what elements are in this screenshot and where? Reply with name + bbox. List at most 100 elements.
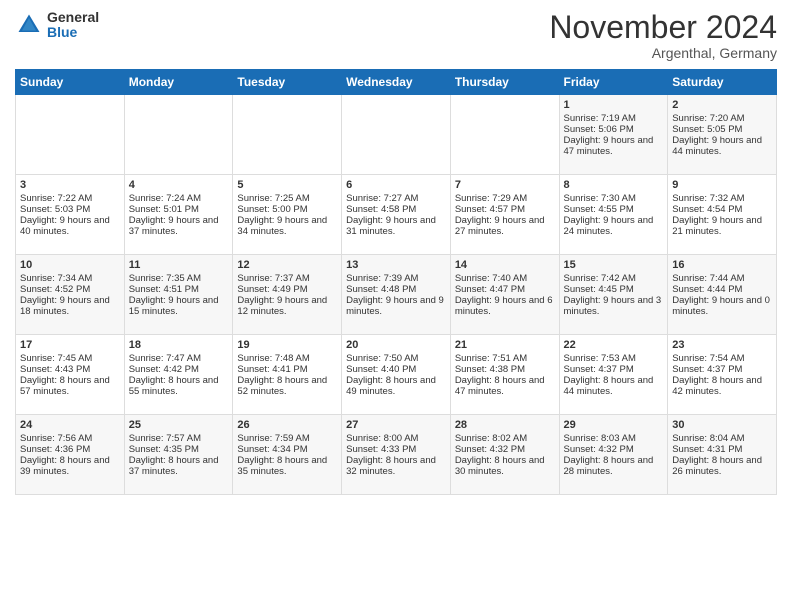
day-number: 18 xyxy=(129,339,229,351)
day-info-line: Daylight: 8 hours and 44 minutes. xyxy=(564,375,664,397)
title-block: November 2024 Argenthal, Germany xyxy=(549,10,777,61)
day-info-line: Sunrise: 7:35 AM xyxy=(129,273,229,284)
day-info-line: Sunset: 5:05 PM xyxy=(672,124,772,135)
col-wednesday: Wednesday xyxy=(342,70,451,95)
day-info-line: Sunset: 4:36 PM xyxy=(20,444,120,455)
day-number: 13 xyxy=(346,259,446,271)
day-number: 16 xyxy=(672,259,772,271)
day-info-line: Sunset: 4:42 PM xyxy=(129,364,229,375)
day-number: 8 xyxy=(564,179,664,191)
day-info-line: Sunset: 5:01 PM xyxy=(129,204,229,215)
day-info-line: Sunset: 4:48 PM xyxy=(346,284,446,295)
day-info-line: Daylight: 9 hours and 24 minutes. xyxy=(564,215,664,237)
location-subtitle: Argenthal, Germany xyxy=(549,45,777,61)
day-number: 7 xyxy=(455,179,555,191)
day-info-line: Daylight: 8 hours and 47 minutes. xyxy=(455,375,555,397)
day-info-line: Sunset: 4:49 PM xyxy=(237,284,337,295)
day-info-line: Sunset: 4:40 PM xyxy=(346,364,446,375)
calendar-cell: 7Sunrise: 7:29 AMSunset: 4:57 PMDaylight… xyxy=(450,175,559,255)
col-saturday: Saturday xyxy=(668,70,777,95)
day-info-line: Sunrise: 7:34 AM xyxy=(20,273,120,284)
day-info-line: Sunrise: 8:02 AM xyxy=(455,433,555,444)
calendar-cell: 18Sunrise: 7:47 AMSunset: 4:42 PMDayligh… xyxy=(124,335,233,415)
day-info-line: Daylight: 9 hours and 40 minutes. xyxy=(20,215,120,237)
day-info-line: Sunrise: 7:44 AM xyxy=(672,273,772,284)
calendar-table: Sunday Monday Tuesday Wednesday Thursday… xyxy=(15,69,777,495)
day-number: 2 xyxy=(672,99,772,111)
day-number: 17 xyxy=(20,339,120,351)
day-number: 4 xyxy=(129,179,229,191)
day-info-line: Sunrise: 7:48 AM xyxy=(237,353,337,364)
day-info-line: Daylight: 9 hours and 31 minutes. xyxy=(346,215,446,237)
day-number: 1 xyxy=(564,99,664,111)
day-info-line: Sunset: 4:32 PM xyxy=(564,444,664,455)
logo-text: General Blue xyxy=(47,10,99,41)
day-info-line: Daylight: 9 hours and 37 minutes. xyxy=(129,215,229,237)
day-info-line: Sunrise: 7:25 AM xyxy=(237,193,337,204)
day-info-line: Sunset: 4:31 PM xyxy=(672,444,772,455)
day-info-line: Sunrise: 7:19 AM xyxy=(564,113,664,124)
calendar-cell: 12Sunrise: 7:37 AMSunset: 4:49 PMDayligh… xyxy=(233,255,342,335)
day-info-line: Sunrise: 7:29 AM xyxy=(455,193,555,204)
calendar-cell: 27Sunrise: 8:00 AMSunset: 4:33 PMDayligh… xyxy=(342,415,451,495)
day-info-line: Sunset: 4:34 PM xyxy=(237,444,337,455)
day-info-line: Sunrise: 7:20 AM xyxy=(672,113,772,124)
day-info-line: Sunrise: 7:40 AM xyxy=(455,273,555,284)
month-title: November 2024 xyxy=(549,10,777,45)
day-number: 15 xyxy=(564,259,664,271)
day-info-line: Sunrise: 8:04 AM xyxy=(672,433,772,444)
day-number: 30 xyxy=(672,419,772,431)
calendar-cell: 23Sunrise: 7:54 AMSunset: 4:37 PMDayligh… xyxy=(668,335,777,415)
day-number: 19 xyxy=(237,339,337,351)
day-info-line: Sunrise: 7:53 AM xyxy=(564,353,664,364)
calendar-cell xyxy=(450,95,559,175)
calendar-week-4: 17Sunrise: 7:45 AMSunset: 4:43 PMDayligh… xyxy=(16,335,777,415)
day-info-line: Daylight: 8 hours and 35 minutes. xyxy=(237,455,337,477)
calendar-cell: 24Sunrise: 7:56 AMSunset: 4:36 PMDayligh… xyxy=(16,415,125,495)
day-number: 27 xyxy=(346,419,446,431)
calendar-cell: 25Sunrise: 7:57 AMSunset: 4:35 PMDayligh… xyxy=(124,415,233,495)
day-info-line: Sunset: 4:33 PM xyxy=(346,444,446,455)
calendar-header-row: Sunday Monday Tuesday Wednesday Thursday… xyxy=(16,70,777,95)
calendar-cell xyxy=(124,95,233,175)
day-info-line: Daylight: 8 hours and 32 minutes. xyxy=(346,455,446,477)
day-number: 28 xyxy=(455,419,555,431)
calendar-cell xyxy=(233,95,342,175)
calendar-cell: 11Sunrise: 7:35 AMSunset: 4:51 PMDayligh… xyxy=(124,255,233,335)
calendar-cell: 19 Sunrise: 7:48 AMSunset: 4:41 PMDayligh… xyxy=(233,335,342,415)
calendar-week-2: 3Sunrise: 7:22 AMSunset: 5:03 PMDaylight… xyxy=(16,175,777,255)
day-info-line: Sunrise: 7:42 AM xyxy=(564,273,664,284)
day-number: 9 xyxy=(672,179,772,191)
calendar-cell: 14Sunrise: 7:40 AMSunset: 4:47 PMDayligh… xyxy=(450,255,559,335)
day-info-line: Daylight: 9 hours and 18 minutes. xyxy=(20,295,120,317)
day-info-line: Sunrise: 7:57 AM xyxy=(129,433,229,444)
day-info-line: Daylight: 8 hours and 28 minutes. xyxy=(564,455,664,477)
day-number: 20 xyxy=(346,339,446,351)
calendar-cell: 1Sunrise: 7:19 AMSunset: 5:06 PMDaylight… xyxy=(559,95,668,175)
day-number: 14 xyxy=(455,259,555,271)
calendar-cell: 21Sunrise: 7:51 AMSunset: 4:38 PMDayligh… xyxy=(450,335,559,415)
day-info-line: Sunset: 4:51 PM xyxy=(129,284,229,295)
day-info-line: Daylight: 9 hours and 9 minutes. xyxy=(346,295,446,317)
day-info-line: Daylight: 8 hours and 52 minutes. xyxy=(237,375,337,397)
day-info-line: Sunset: 4:41 PM xyxy=(237,364,337,375)
day-info-line: Sunset: 4:47 PM xyxy=(455,284,555,295)
day-info-line: Sunrise: 7:54 AM xyxy=(672,353,772,364)
day-number: 12 xyxy=(237,259,337,271)
day-info-line: Daylight: 8 hours and 55 minutes. xyxy=(129,375,229,397)
day-info-line: Sunrise: 7:30 AM xyxy=(564,193,664,204)
day-info-line: Sunrise: 7:56 AM xyxy=(20,433,120,444)
day-info-line: Sunset: 4:57 PM xyxy=(455,204,555,215)
day-info-line: Sunrise: 7:22 AM xyxy=(20,193,120,204)
calendar-cell: 29Sunrise: 8:03 AMSunset: 4:32 PMDayligh… xyxy=(559,415,668,495)
day-info-line: Sunrise: 8:03 AM xyxy=(564,433,664,444)
day-number: 22 xyxy=(564,339,664,351)
day-info-line: Sunset: 5:06 PM xyxy=(564,124,664,135)
calendar-week-3: 10Sunrise: 7:34 AMSunset: 4:52 PMDayligh… xyxy=(16,255,777,335)
calendar-cell: 26Sunrise: 7:59 AMSunset: 4:34 PMDayligh… xyxy=(233,415,342,495)
day-info-line: Sunrise: 7:45 AM xyxy=(20,353,120,364)
day-info-line: Sunrise: 7:50 AM xyxy=(346,353,446,364)
day-info-line: Daylight: 9 hours and 15 minutes. xyxy=(129,295,229,317)
day-number: 10 xyxy=(20,259,120,271)
calendar-week-5: 24Sunrise: 7:56 AMSunset: 4:36 PMDayligh… xyxy=(16,415,777,495)
